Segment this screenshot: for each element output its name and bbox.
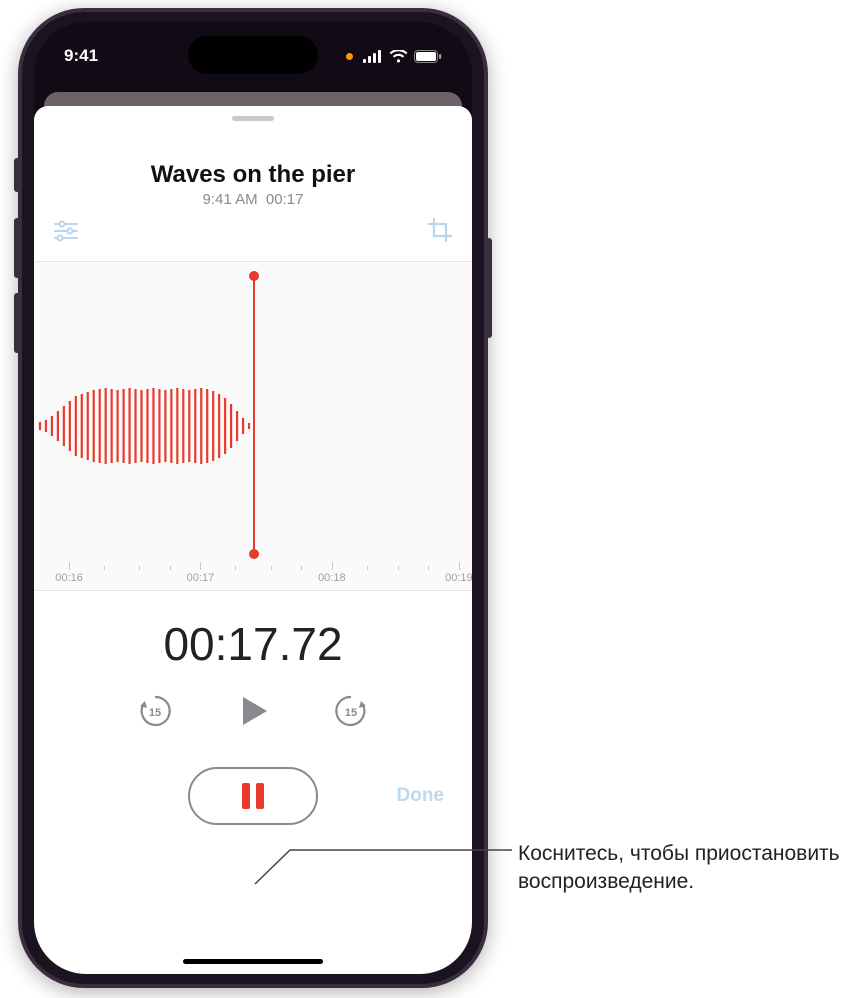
volume-up-button xyxy=(14,218,20,278)
recording-header: Waves on the pier 9:41 AM 00:17 xyxy=(34,161,472,208)
status-right xyxy=(346,50,442,63)
svg-text:15: 15 xyxy=(149,707,161,719)
status-time: 9:41 xyxy=(64,46,98,66)
power-button xyxy=(486,238,492,338)
forward-15-icon[interactable]: 15 xyxy=(333,693,369,729)
wifi-icon xyxy=(389,50,408,63)
rewind-15-icon[interactable]: 15 xyxy=(137,693,173,729)
recording-title: Waves on the pier xyxy=(34,161,472,189)
volume-down-button xyxy=(14,293,20,353)
mic-indicator-dot xyxy=(346,53,353,60)
phone-screen: 9:41 xyxy=(34,22,472,974)
settings-icon[interactable] xyxy=(52,216,80,249)
time-axis: 00:16 00:17 00:18 00:19 xyxy=(34,560,472,584)
tick-label: 00:17 xyxy=(187,572,215,584)
sheet-grabber[interactable] xyxy=(232,116,274,121)
bottom-controls: Done xyxy=(34,767,472,825)
waveform xyxy=(34,356,253,496)
crop-icon[interactable] xyxy=(426,216,454,249)
done-button[interactable]: Done xyxy=(397,785,445,807)
tick-label: 00:19 xyxy=(445,572,472,584)
cellular-icon xyxy=(363,50,383,63)
battery-icon xyxy=(414,50,442,63)
playhead[interactable] xyxy=(253,276,255,554)
recording-subtitle: 9:41 AM 00:17 xyxy=(34,191,472,208)
play-icon[interactable] xyxy=(233,691,273,731)
pause-icon xyxy=(242,783,264,809)
silent-switch xyxy=(14,158,20,192)
pause-button[interactable] xyxy=(188,767,318,825)
elapsed-time: 00:17.72 xyxy=(34,617,472,671)
phone-frame: 9:41 xyxy=(18,8,488,988)
recording-duration: 00:17 xyxy=(266,191,304,208)
recording-timestamp: 9:41 AM xyxy=(203,191,258,208)
playback-controls: 15 15 xyxy=(34,691,472,731)
svg-text:15: 15 xyxy=(345,707,357,719)
waveform-area[interactable]: 00:16 00:17 00:18 00:19 xyxy=(34,261,472,591)
edit-toolbar xyxy=(34,208,472,249)
home-indicator[interactable] xyxy=(183,959,323,964)
recording-sheet: Waves on the pier 9:41 AM 00:17 xyxy=(34,106,472,974)
tick-label: 00:18 xyxy=(318,572,346,584)
tick-label: 00:16 xyxy=(55,572,83,584)
callout-text: Коснитесь, чтобы приостановить воспроизв… xyxy=(518,840,841,897)
dynamic-island xyxy=(188,36,318,74)
